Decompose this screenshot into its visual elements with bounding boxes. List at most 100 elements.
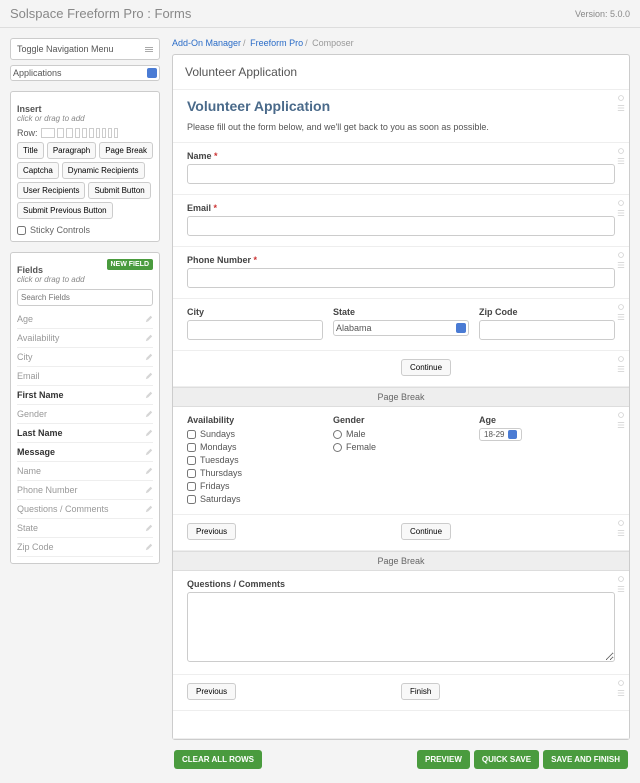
gear-icon[interactable]: [617, 575, 625, 583]
field-item[interactable]: Last Name: [17, 424, 153, 443]
preview-button[interactable]: PREVIEW: [417, 750, 470, 769]
new-field-button[interactable]: NEW FIELD: [107, 259, 154, 270]
phone-input[interactable]: [187, 268, 615, 288]
finish-button[interactable]: Finish: [401, 683, 440, 700]
title-block[interactable]: Volunteer Application Please fill out th…: [173, 90, 629, 143]
edit-icon[interactable]: [145, 505, 153, 513]
field-item[interactable]: City: [17, 348, 153, 367]
save-finish-button[interactable]: SAVE AND FINISH: [543, 750, 628, 769]
details-block[interactable]: Availability SundaysMondaysTuesdaysThurs…: [173, 407, 629, 515]
previous-button[interactable]: Previous: [187, 683, 236, 700]
field-item[interactable]: Questions / Comments: [17, 500, 153, 519]
gender-option[interactable]: Female: [333, 442, 469, 452]
insert-page-break-button[interactable]: Page Break: [99, 142, 153, 159]
continue-button[interactable]: Continue: [401, 523, 451, 540]
drag-icon[interactable]: [617, 261, 625, 269]
edit-icon[interactable]: [145, 486, 153, 494]
drag-icon[interactable]: [617, 209, 625, 217]
field-item[interactable]: State: [17, 519, 153, 538]
field-item[interactable]: Phone Number: [17, 481, 153, 500]
crumb-addon[interactable]: Add-On Manager: [172, 38, 241, 48]
gear-icon[interactable]: [617, 94, 625, 102]
edit-icon[interactable]: [145, 543, 153, 551]
insert-dynamic-recipients-button[interactable]: Dynamic Recipients: [62, 162, 145, 179]
drag-icon[interactable]: [617, 104, 625, 112]
edit-icon[interactable]: [145, 315, 153, 323]
gear-icon[interactable]: [617, 411, 625, 419]
section-select[interactable]: Applications: [10, 65, 160, 81]
drag-icon[interactable]: [617, 365, 625, 373]
edit-icon[interactable]: [145, 391, 153, 399]
quick-save-button[interactable]: QUICK SAVE: [474, 750, 539, 769]
drag-icon[interactable]: [617, 421, 625, 429]
gear-icon[interactable]: [617, 519, 625, 527]
insert-user-recipients-button[interactable]: User Recipients: [17, 182, 85, 199]
field-item[interactable]: Zip Code: [17, 538, 153, 557]
day-option[interactable]: Mondays: [187, 442, 323, 452]
empty-row[interactable]: [173, 711, 629, 739]
name-input[interactable]: [187, 164, 615, 184]
nav-block-1[interactable]: Previous Continue: [173, 515, 629, 551]
edit-icon[interactable]: [145, 467, 153, 475]
row-layout-picker[interactable]: [41, 128, 118, 138]
gear-icon[interactable]: [617, 147, 625, 155]
field-item[interactable]: Availability: [17, 329, 153, 348]
page-break: Page Break: [173, 551, 629, 571]
edit-icon[interactable]: [145, 372, 153, 380]
state-select[interactable]: Alabama: [333, 320, 469, 336]
email-block[interactable]: Email *: [173, 195, 629, 247]
day-option[interactable]: Tuesdays: [187, 455, 323, 465]
toggle-nav-button[interactable]: Toggle Navigation Menu: [10, 38, 160, 60]
field-item[interactable]: Email: [17, 367, 153, 386]
insert-paragraph-button[interactable]: Paragraph: [47, 142, 96, 159]
previous-button[interactable]: Previous: [187, 523, 236, 540]
edit-icon[interactable]: [145, 353, 153, 361]
insert-title-button[interactable]: Title: [17, 142, 44, 159]
gear-icon[interactable]: [617, 355, 625, 363]
insert-submit-button-button[interactable]: Submit Button: [88, 182, 150, 199]
day-option[interactable]: Saturdays: [187, 494, 323, 504]
insert-submit-previous-button-button[interactable]: Submit Previous Button: [17, 202, 113, 219]
gear-icon[interactable]: [617, 303, 625, 311]
drag-icon[interactable]: [617, 689, 625, 697]
field-item[interactable]: Name: [17, 462, 153, 481]
gender-option[interactable]: Male: [333, 429, 469, 439]
gear-icon[interactable]: [617, 199, 625, 207]
edit-icon[interactable]: [145, 429, 153, 437]
clear-rows-button[interactable]: CLEAR ALL ROWS: [174, 750, 262, 769]
age-select[interactable]: 18-29: [479, 428, 522, 441]
gear-icon[interactable]: [617, 251, 625, 259]
sticky-controls-checkbox[interactable]: Sticky Controls: [17, 225, 153, 235]
questions-block[interactable]: Questions / Comments: [173, 571, 629, 675]
day-option[interactable]: Fridays: [187, 481, 323, 491]
continue-block[interactable]: Continue: [173, 351, 629, 387]
row-label: Row:: [17, 128, 38, 138]
drag-icon[interactable]: [617, 157, 625, 165]
drag-icon[interactable]: [617, 313, 625, 321]
edit-icon[interactable]: [145, 448, 153, 456]
search-fields-input[interactable]: [17, 289, 153, 306]
field-item[interactable]: First Name: [17, 386, 153, 405]
phone-block[interactable]: Phone Number *: [173, 247, 629, 299]
day-option[interactable]: Sundays: [187, 429, 323, 439]
edit-icon[interactable]: [145, 410, 153, 418]
city-input[interactable]: [187, 320, 323, 340]
field-item[interactable]: Message: [17, 443, 153, 462]
edit-icon[interactable]: [145, 334, 153, 342]
field-item[interactable]: Age: [17, 310, 153, 329]
address-block[interactable]: City StateAlabama Zip Code: [173, 299, 629, 351]
continue-button[interactable]: Continue: [401, 359, 451, 376]
edit-icon[interactable]: [145, 524, 153, 532]
questions-textarea[interactable]: [187, 592, 615, 662]
name-block[interactable]: Name *: [173, 143, 629, 195]
insert-captcha-button[interactable]: Captcha: [17, 162, 59, 179]
field-item[interactable]: Gender: [17, 405, 153, 424]
gear-icon[interactable]: [617, 679, 625, 687]
drag-icon[interactable]: [617, 529, 625, 537]
day-option[interactable]: Thursdays: [187, 468, 323, 478]
zip-input[interactable]: [479, 320, 615, 340]
email-input[interactable]: [187, 216, 615, 236]
crumb-freeform[interactable]: Freeform Pro: [250, 38, 303, 48]
drag-icon[interactable]: [617, 585, 625, 593]
nav-block-2[interactable]: Previous Finish: [173, 675, 629, 711]
